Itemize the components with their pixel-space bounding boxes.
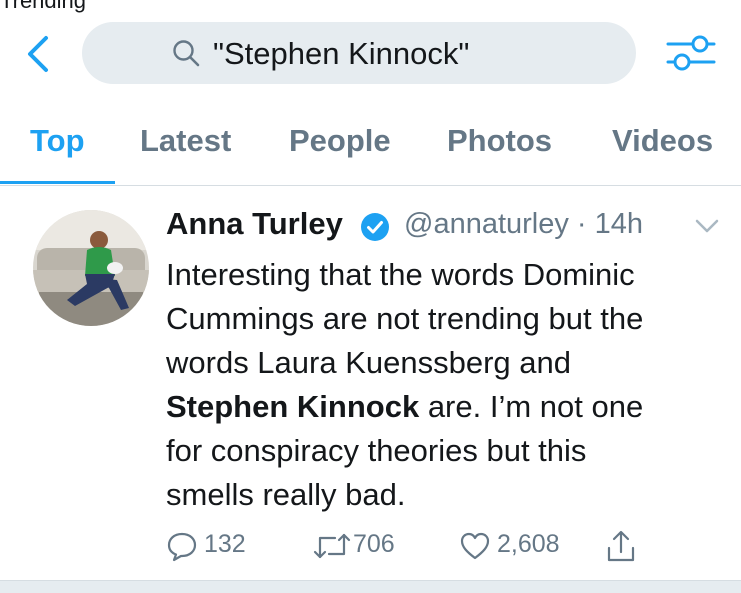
tab-photos[interactable]: Photos [447, 123, 552, 159]
active-tab-indicator [0, 181, 115, 184]
tweet-line: words Laura Kuenssberg and [166, 345, 571, 380]
status-bar-text: Trending [0, 0, 87, 13]
tab-latest[interactable]: Latest [140, 123, 231, 159]
filter-sliders-icon [666, 35, 716, 71]
tweet-line: Interesting that the words Dominic [166, 257, 635, 292]
tweet-line: for conspiracy theories but this [166, 433, 587, 468]
back-chevron-icon [28, 36, 48, 72]
avatar[interactable] [33, 210, 149, 326]
divider [0, 185, 741, 186]
share-icon [607, 530, 635, 562]
search-icon [173, 40, 200, 67]
back-button[interactable] [22, 34, 58, 74]
timeline-separator [0, 580, 741, 593]
tab-videos[interactable]: Videos [612, 123, 713, 159]
reply-count: 132 [204, 530, 246, 558]
retweet-count: 706 [353, 530, 395, 558]
tweet-line: Cummings are not trending but the [166, 301, 644, 336]
avatar-photo [33, 210, 149, 326]
tab-people[interactable]: People [289, 123, 391, 159]
search-tabs: Top Latest People Photos Videos [0, 110, 741, 186]
tweet-header: Anna Turley @annaturley · 14h [166, 206, 741, 246]
like-heart-icon [460, 532, 490, 560]
status-bar: Trending [0, 0, 741, 14]
tweet-line: Stephen Kinnock are. I’m not one [166, 389, 644, 424]
caret-down-icon[interactable] [694, 218, 720, 234]
search-query: "Stephen Kinnock" [213, 36, 470, 71]
search-input[interactable]: "Stephen Kinnock" [82, 22, 636, 84]
tweet-text: Interesting that the words Dominic Cummi… [166, 253, 726, 517]
like-button[interactable]: 2,608 [459, 526, 569, 566]
search-filter-button[interactable] [664, 32, 718, 74]
reply-button[interactable]: 132 [166, 526, 256, 566]
verified-badge-icon [361, 213, 389, 241]
retweet-icon [313, 533, 351, 559]
share-button[interactable] [605, 526, 641, 566]
handle-and-time[interactable]: @annaturley · 14h [404, 208, 643, 241]
author-name[interactable]: Anna Turley [166, 206, 343, 242]
search-match-highlight: Stephen Kinnock [166, 389, 420, 424]
like-count: 2,608 [497, 530, 560, 558]
tweet-actions: 132 706 2,608 [0, 526, 741, 566]
tab-top[interactable]: Top [30, 123, 85, 159]
reply-icon [167, 532, 197, 562]
tweet-line: smells really bad. [166, 477, 406, 512]
retweet-button[interactable]: 706 [313, 526, 403, 566]
